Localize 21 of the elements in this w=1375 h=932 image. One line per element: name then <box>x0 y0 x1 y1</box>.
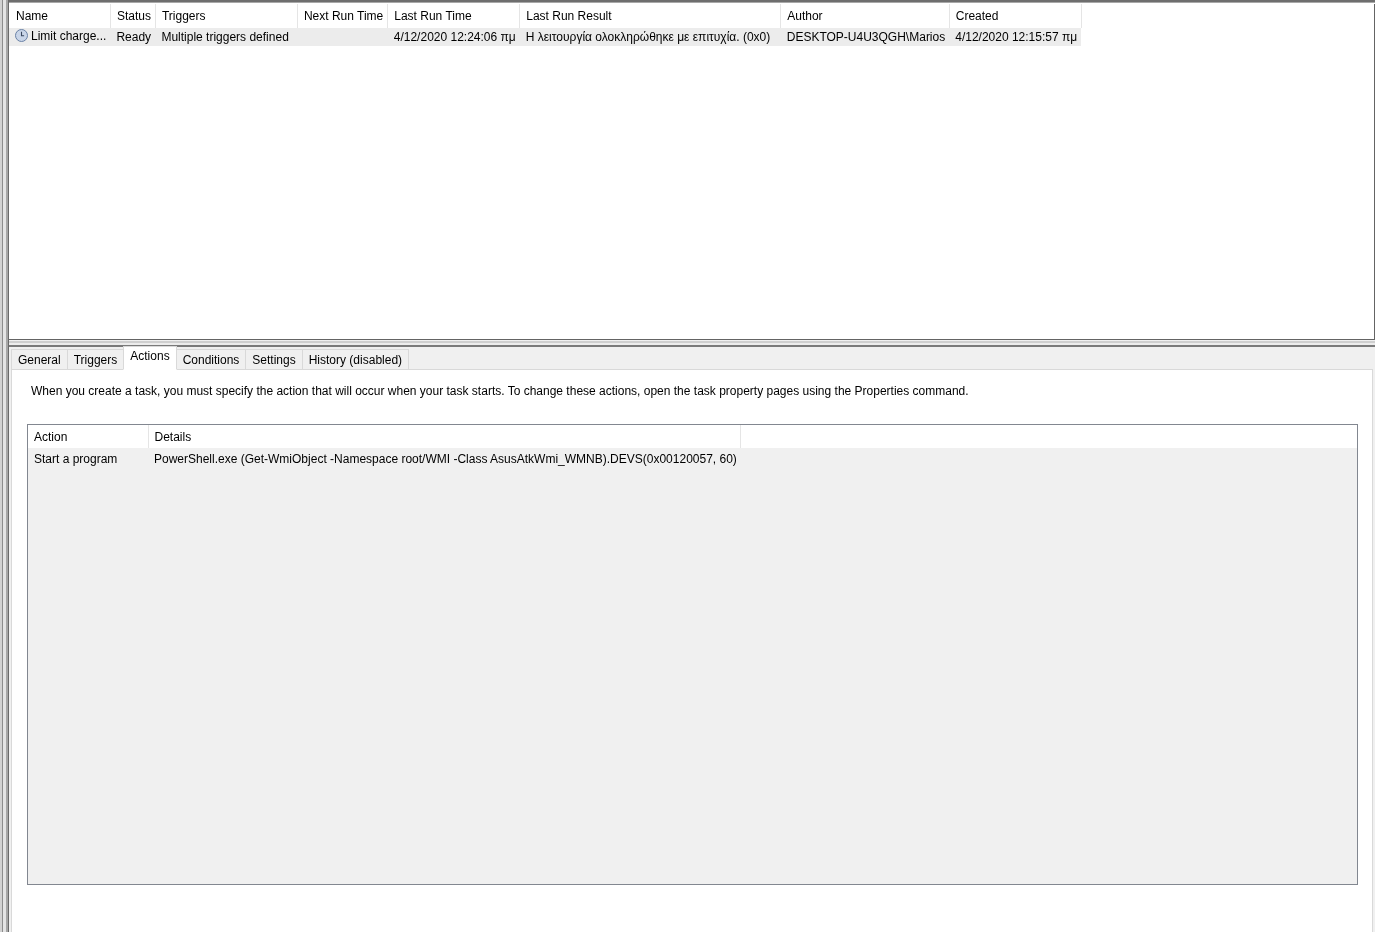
task-row[interactable]: Limit charge... Ready Multiple triggers defined 4/12/2020 12:24:06 πμ Η λειτουργία ολοκληρώθηκε με επιτυχία. (0x0) DESKTOP-U4U3QGH\Marios 4/12/2020 12:15:57 πμ <box>9 28 1082 46</box>
column-header[interactable]: Action <box>28 425 148 448</box>
splitter-bar[interactable] <box>0 0 9 932</box>
tab[interactable]: Triggers <box>66 349 125 370</box>
description-text: When you create a task, you must specify the action that will occur when your task starts. To change these actions, open the task property pages using the Properties command. <box>31 383 970 399</box>
clock-icon <box>15 29 28 43</box>
task-name: Limit charge... <box>31 28 107 43</box>
tab[interactable]: Settings <box>245 349 303 370</box>
table-cell: 4/12/2020 12:24:06 πμ <box>387 28 520 46</box>
splitter-bar[interactable] <box>9 340 1375 347</box>
table-cell: Ready <box>110 28 156 46</box>
table-cell: Η λειτουργία ολοκληρώθηκε με επιτυχία. (0x0) <box>519 28 781 46</box>
tab[interactable]: History (disabled) <box>301 349 410 370</box>
tab[interactable]: General <box>11 349 68 370</box>
table-cell: DESKTOP-U4U3QGH\Marios <box>780 28 950 46</box>
table-cell: PowerShell.exe (Get-WmiObject -Namespace root/WMI -Class AsusAtkWmi_WMNB).DEVS(0x00120057, 60) <box>148 448 741 469</box>
table-cell: 4/12/2020 12:15:57 πμ <box>949 28 1082 46</box>
column-header[interactable]: Details <box>148 425 741 448</box>
tab[interactable]: Actions <box>123 346 177 370</box>
table-cell: Start a program <box>28 448 148 469</box>
table-cell: Multiple triggers defined <box>155 28 298 46</box>
